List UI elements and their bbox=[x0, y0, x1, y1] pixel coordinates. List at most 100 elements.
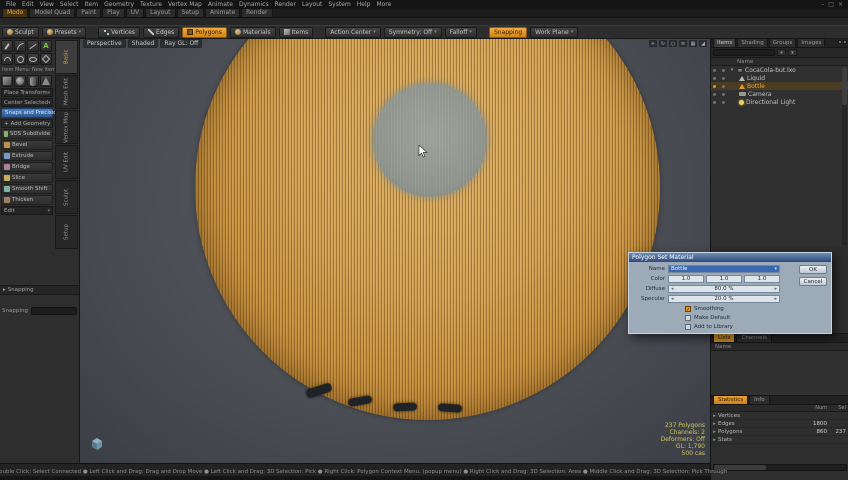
tab-channels[interactable]: Channels bbox=[736, 333, 772, 342]
panel-horizontal-scrollbar[interactable] bbox=[713, 464, 847, 471]
snapping-mode-field[interactable] bbox=[30, 307, 77, 315]
workspace-tab-layout[interactable]: Layout bbox=[145, 8, 176, 17]
cylinder-primitive-icon[interactable] bbox=[27, 75, 39, 87]
toolbox-tab-vertex-map[interactable]: Vertex Map bbox=[55, 110, 78, 144]
workspace-tab-paint[interactable]: Paint bbox=[76, 8, 102, 17]
sphere-primitive-icon[interactable] bbox=[14, 75, 26, 87]
material-name-input[interactable]: Bottle ▾ bbox=[668, 265, 780, 273]
toolbox-tab-uv-edit[interactable]: UV Edit bbox=[55, 145, 78, 179]
tool-thicken[interactable]: Thicken bbox=[1, 195, 53, 205]
bottle-center-dome[interactable] bbox=[373, 83, 487, 197]
checkbox-unchecked-icon[interactable] bbox=[685, 315, 691, 321]
tab-images[interactable]: Images bbox=[797, 38, 826, 47]
render-flag-icon[interactable] bbox=[722, 84, 725, 88]
sculpt-button[interactable]: Sculpt bbox=[2, 26, 39, 38]
cancel-button[interactable]: Cancel bbox=[799, 277, 827, 286]
render-flag-icon[interactable] bbox=[722, 76, 725, 80]
mini-slider-left-icon[interactable]: ◂ bbox=[671, 296, 674, 302]
color-g-input[interactable]: 1.0 bbox=[706, 275, 742, 283]
viewport-3d[interactable]: Perspective Shaded Ray GL: Off + ↻ ○ ≡ ▦… bbox=[80, 39, 710, 463]
make-default-checkbox-row[interactable]: Make Default bbox=[685, 315, 730, 321]
grid-toggle-icon[interactable]: ▦ bbox=[689, 40, 697, 47]
menu-item-help[interactable]: Help bbox=[354, 0, 374, 9]
stat-row-vertices[interactable]: ▸ Vertices bbox=[711, 412, 848, 420]
menu-item-render[interactable]: Render bbox=[272, 0, 299, 9]
visibility-icon[interactable] bbox=[713, 84, 716, 88]
text-tool-icon[interactable]: A bbox=[40, 40, 52, 52]
tab-info[interactable]: Info bbox=[749, 395, 770, 404]
render-flag-icon[interactable] bbox=[722, 100, 725, 104]
workspace-tab-uv[interactable]: UV bbox=[125, 8, 145, 17]
filter-input[interactable] bbox=[713, 49, 775, 56]
tree-row-camera[interactable]: Camera bbox=[711, 90, 848, 98]
mode-materials-button[interactable]: Materials bbox=[229, 26, 276, 38]
panel-options-icon[interactable] bbox=[843, 40, 847, 44]
toolbox-tab-sculpt[interactable]: Sculpt bbox=[55, 180, 78, 214]
workspace-tab-model-quad[interactable]: Model Quad bbox=[29, 8, 76, 17]
cube-primitive-icon[interactable] bbox=[1, 75, 13, 87]
window-minimize-icon[interactable]: – bbox=[819, 1, 826, 8]
panel-thumb-icon[interactable] bbox=[838, 40, 842, 44]
visibility-icon[interactable] bbox=[713, 68, 716, 72]
mode-items-button[interactable]: Items bbox=[278, 26, 314, 38]
zoom-view-icon[interactable]: ○ bbox=[669, 40, 677, 47]
shade-mode-dropdown[interactable]: Shaded bbox=[127, 39, 159, 48]
viewport-menu-icon[interactable]: ≡ bbox=[679, 40, 687, 47]
window-close-icon[interactable]: × bbox=[836, 1, 845, 8]
stat-row-stats[interactable]: ▸ Stats bbox=[711, 436, 848, 444]
workspace-tab-animate[interactable]: Animate bbox=[205, 8, 241, 17]
raygl-dropdown[interactable]: Ray GL: Off bbox=[160, 39, 203, 48]
add-geometry-row[interactable]: + Add Geometry bbox=[1, 119, 53, 128]
tab-shading[interactable]: Shading bbox=[737, 38, 768, 47]
toolbox-tab-mesh-edit[interactable]: Mesh Edit bbox=[55, 75, 78, 109]
circle-tool-icon[interactable] bbox=[14, 53, 26, 65]
toolbox-tab-basic[interactable]: Basic bbox=[55, 40, 78, 74]
color-b-input[interactable]: 1.0 bbox=[744, 275, 780, 283]
mini-slider-right-icon[interactable]: ▸ bbox=[774, 296, 777, 302]
tree-scrollbar[interactable] bbox=[842, 67, 847, 245]
workspace-tab-play[interactable]: Play bbox=[102, 8, 125, 17]
tool-sds-subdivide[interactable]: SDS Subdivide bbox=[1, 129, 53, 139]
snaps-and-precision-button[interactable]: Snaps and Precision bbox=[1, 108, 60, 118]
center-selected-dropdown[interactable]: Center Selected ▾ bbox=[1, 98, 53, 107]
menu-item-layout[interactable]: Layout bbox=[299, 0, 325, 9]
tool-smooth-shift[interactable]: Smooth Shift bbox=[1, 184, 53, 194]
place-transform-dropdown[interactable]: Place Transform ▾ bbox=[1, 88, 53, 97]
stat-row-polygons[interactable]: ▸ Polygons 860 237 bbox=[711, 428, 848, 436]
workspace-tab-setup[interactable]: Setup bbox=[176, 8, 205, 17]
tool-extrude[interactable]: Extrude bbox=[1, 151, 53, 161]
lists-body[interactable] bbox=[711, 351, 848, 395]
tab-lists[interactable]: Lists bbox=[713, 333, 736, 342]
render-flag-icon[interactable] bbox=[722, 92, 725, 96]
tool-bevel[interactable]: Bevel bbox=[1, 140, 53, 150]
tree-row-scene[interactable]: ▾ CocaCola-but.lxo bbox=[711, 66, 848, 74]
tree-row-liquid[interactable]: Liquid bbox=[711, 74, 848, 82]
edit-dropdown[interactable]: Edit ▾ bbox=[1, 206, 53, 215]
snapping-section-header[interactable]: ▸ Snapping bbox=[0, 286, 79, 295]
workspace-tab-modo[interactable]: Modo bbox=[2, 8, 29, 17]
view-mode-dropdown[interactable]: Perspective bbox=[83, 39, 126, 48]
add-item-icon[interactable]: + bbox=[777, 49, 786, 56]
dialog-title[interactable]: Polygon Set Material bbox=[629, 253, 831, 262]
arc-tool-icon[interactable] bbox=[1, 53, 13, 65]
window-maximize-icon[interactable]: □ bbox=[826, 1, 836, 8]
polygon-tool-icon[interactable] bbox=[40, 53, 52, 65]
color-r-input[interactable]: 1.0 bbox=[668, 275, 704, 283]
mini-slider-right-icon[interactable]: ▸ bbox=[774, 286, 777, 292]
presets-button[interactable]: Presets ▾ bbox=[41, 26, 87, 38]
tab-statistics[interactable]: Statistics bbox=[713, 395, 749, 404]
ellipse-tool-icon[interactable] bbox=[27, 53, 39, 65]
tab-items[interactable]: Items bbox=[713, 38, 737, 47]
checkbox-unchecked-icon[interactable] bbox=[685, 324, 691, 330]
menu-item-system[interactable]: System bbox=[325, 0, 353, 9]
curve-tool-icon[interactable] bbox=[14, 40, 26, 52]
smoothing-checkbox-row[interactable]: ✓ Smoothing bbox=[685, 306, 724, 313]
tree-row-bottle[interactable]: Bottle bbox=[711, 82, 848, 90]
visibility-icon[interactable] bbox=[713, 92, 716, 96]
diffuse-input[interactable]: ◂ 80.0 % ▸ bbox=[668, 285, 780, 293]
tab-groups[interactable]: Groups bbox=[768, 38, 797, 47]
falloff-dropdown[interactable]: Falloff ▾ bbox=[444, 26, 477, 38]
mode-polygons-button[interactable]: Polygons bbox=[182, 26, 227, 38]
line-tool-icon[interactable] bbox=[27, 40, 39, 52]
tree-row-directional-light[interactable]: Directional Light bbox=[711, 98, 848, 106]
